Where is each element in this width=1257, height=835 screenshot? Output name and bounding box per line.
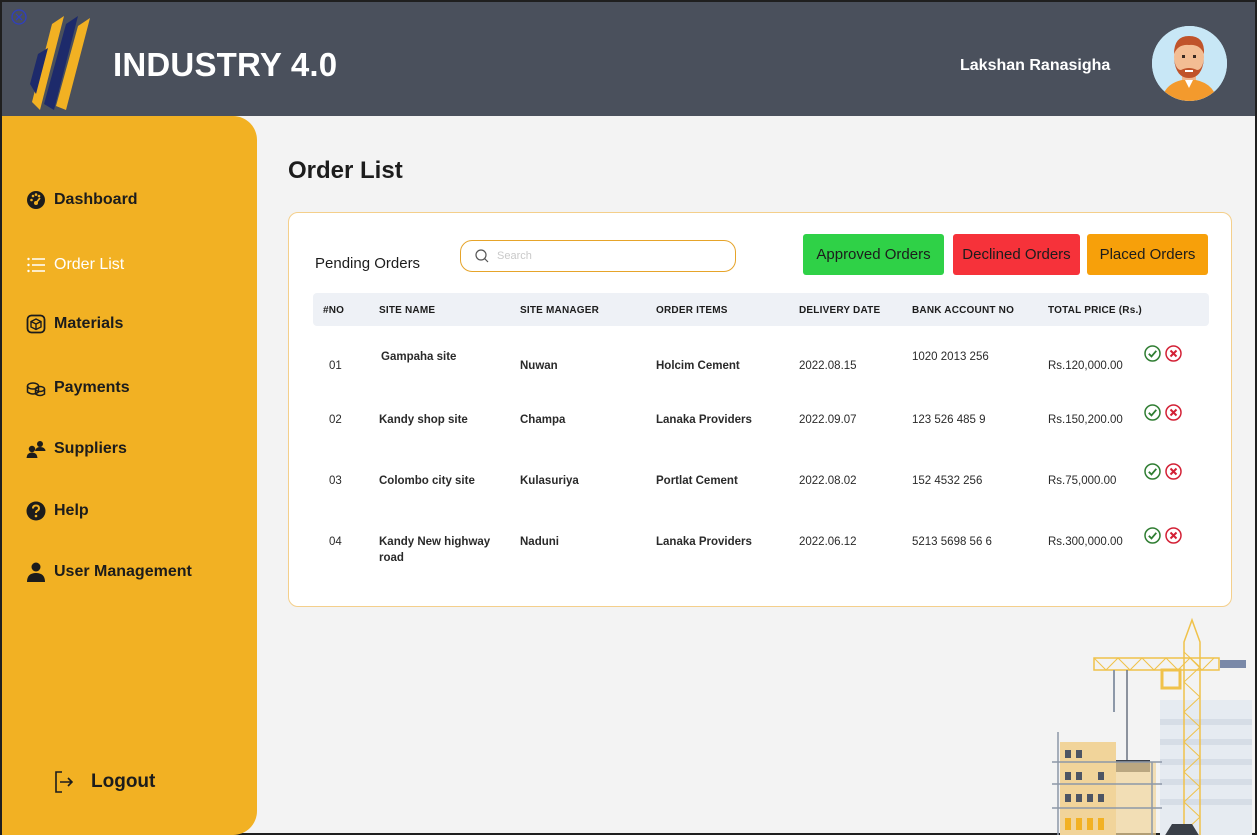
cell-manager: Naduni [520, 536, 559, 548]
cell-site: Gampaha site [381, 351, 457, 363]
cell-items: Lanaka Providers [656, 414, 752, 426]
sidebar-item-materials[interactable]: Materials [26, 314, 123, 334]
industry-logo-icon [30, 16, 90, 110]
cell-date: 2022.08.15 [799, 360, 857, 372]
decline-x-icon[interactable] [1165, 404, 1182, 421]
sidebar-item-help[interactable]: Help [26, 501, 89, 521]
declined-orders-button[interactable]: Declined Orders [953, 234, 1080, 275]
cell-site: Kandy New highway road [379, 536, 491, 564]
construction-illustration [1052, 617, 1252, 835]
approve-check-icon[interactable] [1144, 527, 1161, 544]
column-header-order-items: ORDER ITEMS [656, 305, 728, 316]
cell-no: 03 [329, 475, 342, 487]
logout-icon [55, 771, 73, 793]
decline-x-icon[interactable] [1165, 527, 1182, 544]
decline-x-icon[interactable] [1165, 463, 1182, 480]
cell-price: Rs.120,000.00 [1048, 360, 1123, 372]
sidebar-item-label: User Management [54, 563, 192, 580]
cell-date: 2022.09.07 [799, 414, 857, 426]
avatar[interactable] [1152, 26, 1227, 101]
user-name[interactable]: Lakshan Ranasigha [960, 57, 1110, 75]
column-header-site-manager: SITE MANAGER [520, 305, 600, 316]
sidebar: Dashboard Order List Materials Payments … [2, 116, 257, 835]
column-header-total-price: TOTAL PRICE (Rs.) [1048, 305, 1142, 316]
decline-x-icon[interactable] [1165, 345, 1182, 362]
cell-price: Rs.150,200.00 [1048, 414, 1123, 426]
table-row[interactable]: 04 Kandy New highway road Naduni Lanaka … [313, 527, 1209, 575]
people-icon [26, 441, 46, 458]
close-icon[interactable] [10, 8, 28, 26]
cell-site: Colombo city site [379, 475, 475, 487]
table-row[interactable]: 02 Kandy shop site Champa Lanaka Provide… [313, 404, 1209, 444]
search-box[interactable] [460, 240, 736, 272]
search-input[interactable] [497, 250, 717, 262]
cell-bank: 123 526 485 9 [912, 414, 986, 426]
column-header-bank-account: BANK ACCOUNT NO [912, 305, 1015, 316]
cell-no: 02 [329, 414, 342, 426]
sidebar-item-label: Help [54, 502, 89, 519]
sidebar-item-label: Dashboard [54, 191, 138, 208]
approved-orders-button[interactable]: Approved Orders [803, 234, 944, 275]
cell-manager: Champa [520, 414, 566, 426]
cell-items: Lanaka Providers [656, 536, 752, 548]
column-header-delivery-date: DELIVERY DATE [799, 305, 881, 316]
pending-orders-label: Pending Orders [315, 255, 421, 272]
logout-label: Logout [91, 771, 156, 792]
cell-date: 2022.06.12 [799, 536, 857, 548]
box-icon [26, 314, 46, 334]
top-bar: INDUSTRY 4.0 Lakshan Ranasigha [2, 2, 1255, 116]
cell-items: Portlat Cement [656, 475, 738, 487]
sidebar-item-payments[interactable]: Payments [26, 378, 130, 398]
column-header-site-name: SITE NAME [379, 305, 436, 316]
table-row[interactable]: 01 Gampaha site Nuwan Holcim Cement 2022… [313, 343, 1209, 383]
placed-orders-button[interactable]: Placed Orders [1087, 234, 1208, 275]
logout-button[interactable]: Logout [55, 771, 155, 793]
cell-price: Rs.75,000.00 [1048, 475, 1117, 487]
sidebar-item-order-list[interactable]: Order List [26, 255, 124, 275]
cell-manager: Kulasuriya [520, 475, 579, 487]
cell-bank: 5213 5698 56 6 [912, 536, 992, 548]
user-icon [27, 562, 45, 582]
table-header: #NO SITE NAME SITE MANAGER ORDER ITEMS D… [313, 293, 1209, 326]
list-icon [27, 257, 45, 273]
cell-site: Kandy shop site [379, 414, 468, 426]
cell-bank: 1020 2013 256 [912, 351, 989, 363]
approve-check-icon[interactable] [1144, 404, 1161, 421]
sidebar-item-label: Materials [54, 315, 124, 332]
cell-items: Holcim Cement [656, 360, 740, 372]
cell-bank: 152 4532 256 [912, 475, 983, 487]
cell-no: 04 [329, 536, 342, 548]
brand-title: INDUSTRY 4.0 [113, 46, 338, 83]
search-icon [475, 249, 489, 263]
orders-card: Pending Orders Approved Orders Declined … [288, 212, 1232, 607]
avatar-icon [1152, 26, 1227, 101]
sidebar-item-label: Payments [54, 379, 130, 396]
cell-no: 01 [329, 360, 342, 372]
sidebar-item-suppliers[interactable]: Suppliers [26, 439, 127, 459]
sidebar-item-user-management[interactable]: User Management [26, 562, 192, 582]
sidebar-item-dashboard[interactable]: Dashboard [26, 190, 138, 210]
approve-check-icon[interactable] [1144, 463, 1161, 480]
approve-check-icon[interactable] [1144, 345, 1161, 362]
help-icon [26, 501, 46, 521]
sidebar-item-label: Suppliers [54, 440, 127, 457]
column-header-no: #NO [323, 305, 345, 316]
cell-manager: Nuwan [520, 360, 558, 372]
coins-icon [26, 382, 46, 397]
speedometer-icon [27, 191, 45, 209]
cell-date: 2022.08.02 [799, 475, 857, 487]
table-row[interactable]: 03 Colombo city site Kulasuriya Portlat … [313, 463, 1209, 503]
cell-price: Rs.300,000.00 [1048, 536, 1123, 548]
page-title: Order List [288, 157, 403, 184]
sidebar-item-label: Order List [54, 256, 125, 273]
